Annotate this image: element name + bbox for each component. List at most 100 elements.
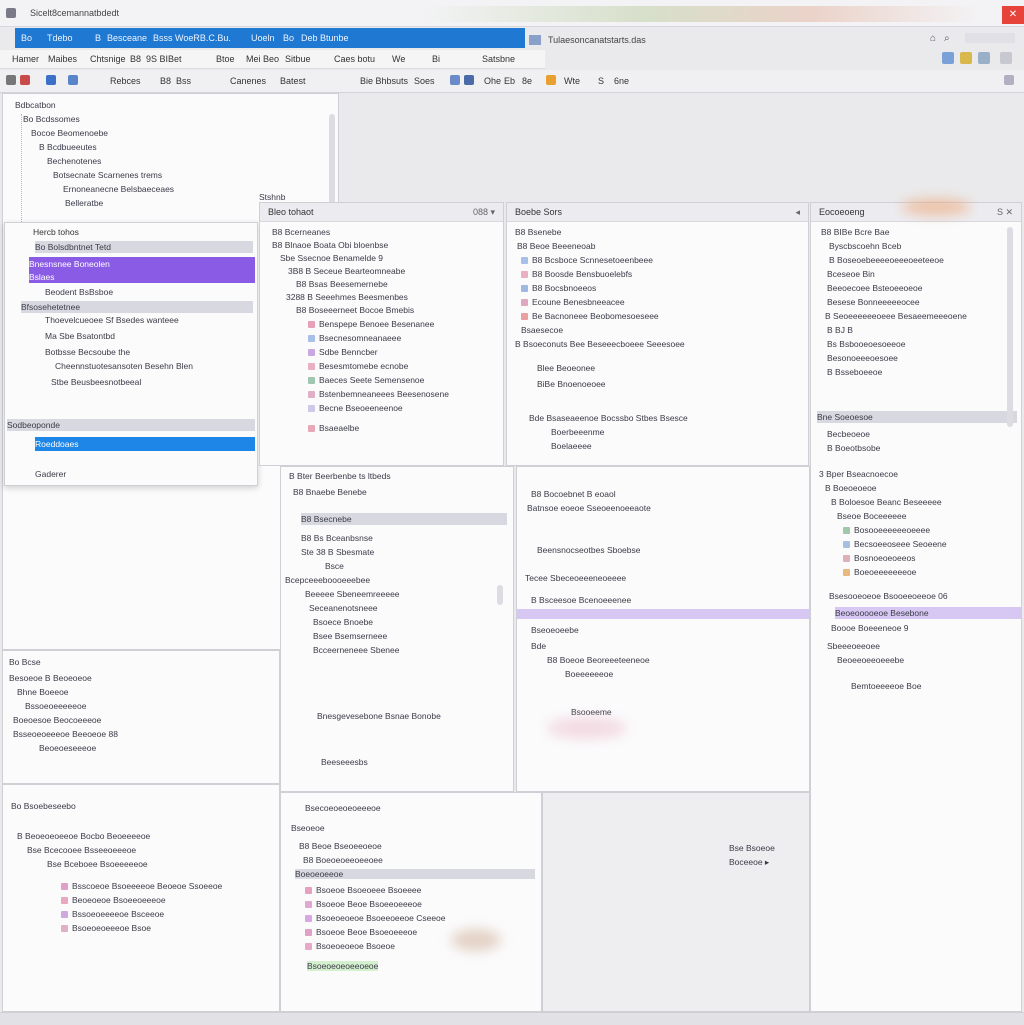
address-text[interactable]: Tulaesoncanatstarts.das bbox=[548, 35, 646, 45]
list-item[interactable]: Besesmtomebe ecnobe bbox=[308, 361, 408, 371]
list-item[interactable]: B8 Boeoe Beoreeeteeneoe bbox=[547, 655, 650, 665]
list-item[interactable]: B8 Bcsboce Scnnesetoeenbeee bbox=[521, 255, 653, 265]
dropdown-item[interactable]: Beodent BsBsboe bbox=[45, 287, 113, 297]
blue-menu-item[interactable]: Bo bbox=[283, 33, 294, 43]
list-item[interactable]: B8 Bocsbnoeeos bbox=[521, 283, 596, 293]
list-item[interactable]: 3 Bper Bseacnoecoe bbox=[819, 469, 898, 479]
list-item[interactable]: B Boseoebeeeeoeeeoeeteeoe bbox=[829, 255, 944, 265]
list-item[interactable]: Bstenbemneaneees Beesenosene bbox=[308, 389, 449, 399]
folder-icon[interactable] bbox=[942, 52, 954, 64]
list-item[interactable]: Beeseeesbs bbox=[321, 757, 368, 767]
tree-item[interactable]: Stshnb bbox=[259, 192, 285, 202]
list-item[interactable]: B8 Bocoebnet B eoaol bbox=[531, 489, 616, 499]
list-item[interactable]: Sbe Ssecnoe Benamelde 9 bbox=[280, 253, 383, 263]
list-item[interactable]: Ecoune Benesbneeacee bbox=[521, 297, 625, 307]
tree-item[interactable]: Ernoneanecne Belsbaeceaes bbox=[63, 184, 174, 194]
close-icon[interactable]: ✕ bbox=[1002, 6, 1024, 24]
list-item[interactable]: Bsooeeme bbox=[571, 707, 612, 717]
dropdown-item[interactable]: Botbsse Becsoube the bbox=[45, 347, 130, 357]
list-item[interactable]: Beoeoeoe Bsoeeoeeeoe bbox=[61, 895, 166, 905]
menu-icon[interactable] bbox=[6, 75, 16, 85]
dropdown-item[interactable]: Cheennstuotesansoten Besehn Blen bbox=[55, 361, 193, 371]
toolbar-item[interactable]: Wte bbox=[564, 76, 580, 86]
toolbar-item[interactable]: 8e bbox=[522, 76, 532, 86]
toolbar-item[interactable]: 6ne bbox=[614, 76, 629, 86]
list-item[interactable]: Tecee Sbeceoeeeneoeeee bbox=[525, 573, 626, 583]
scrollbar[interactable] bbox=[497, 585, 503, 605]
blue-menu-item[interactable]: Tdebo bbox=[47, 33, 73, 43]
list-item[interactable]: Bs Bsbooeoesoeeoe bbox=[827, 339, 905, 349]
panel-b-control[interactable]: ◂ bbox=[795, 207, 800, 218]
menu-item[interactable]: We bbox=[392, 54, 405, 64]
list-item-selected[interactable]: Boeoeoeeoe bbox=[295, 869, 535, 879]
list-item[interactable]: Byscbscoehn Bceb bbox=[829, 241, 901, 251]
list-icon[interactable] bbox=[464, 75, 474, 85]
list-item[interactable]: Bsaeaelbe bbox=[308, 423, 359, 433]
list-item[interactable]: Becsoeeoseee Seoeene bbox=[843, 539, 947, 549]
tree-item[interactable]: Botsecnate Scarnenes trems bbox=[53, 170, 162, 180]
dropdown-item-selected[interactable]: Roeddoaes bbox=[35, 437, 255, 451]
warning-icon[interactable] bbox=[546, 75, 556, 85]
tree-item[interactable]: Belleratbe bbox=[65, 198, 103, 208]
blue-menu-item[interactable]: Bsss WoeRB.C.Bu. bbox=[153, 33, 231, 43]
list-item[interactable]: Bde Bsaseaeenoe Bocssbo Stbes Bsesce bbox=[529, 413, 688, 423]
dropdown-item[interactable]: Sodbeoponde bbox=[7, 419, 255, 431]
menu-item[interactable]: Chtsnige bbox=[90, 54, 126, 64]
list-item[interactable]: B Seoeeeeeeoeee Besaeemeeeoene bbox=[825, 311, 967, 321]
menu-item[interactable]: Caes botu bbox=[334, 54, 375, 64]
search-box[interactable] bbox=[965, 33, 1015, 43]
list-item[interactable]: Bseoeoeebe bbox=[531, 625, 579, 635]
list-item[interactable]: B BJ B bbox=[827, 325, 853, 335]
list-item[interactable]: B8 Boseeerneet Bocoe Bmebis bbox=[296, 305, 414, 315]
menu-item[interactable]: Hamer bbox=[12, 54, 39, 64]
list-item[interactable]: Bcepceeeboooeeebee bbox=[285, 575, 370, 585]
list-item[interactable]: B8 Bs Bceanbsnse bbox=[301, 533, 373, 543]
home-icon[interactable]: ⌂ bbox=[930, 33, 936, 44]
list-item[interactable]: B8 Bcerneanes bbox=[272, 227, 330, 237]
menu-item[interactable]: 9S BIBet bbox=[146, 54, 182, 64]
list-item[interactable]: Bssoeoeeeeeoe bbox=[25, 701, 86, 711]
tree-item[interactable]: Bocoe Beomenoebe bbox=[31, 128, 108, 138]
list-item[interactable]: Bsoeoe Bsoeoeee Bsoeeee bbox=[305, 885, 421, 895]
list-item[interactable]: Boooe Boeeeneoe 9 bbox=[831, 623, 909, 633]
bottom-right-control[interactable]: Boceeoe ▸ bbox=[729, 857, 769, 868]
list-item[interactable]: Bse Bcecooee Bsseeoeeeoe bbox=[27, 845, 136, 855]
list-item[interactable]: Bse Bceboee Bsoeeeeeoe bbox=[47, 859, 148, 869]
toolbar-item[interactable]: Batest bbox=[280, 76, 306, 86]
tree-item[interactable]: Bechenotenes bbox=[47, 156, 101, 166]
list-item[interactable]: B Boloesoe Beanc Beseeeee bbox=[831, 497, 942, 507]
list-item[interactable]: Bceseoe Bin bbox=[827, 269, 875, 279]
list-item[interactable]: Beensnocseotbes Sboebse bbox=[537, 545, 641, 555]
toolbar-item[interactable]: S bbox=[598, 76, 604, 86]
list-item[interactable]: Be Bacnoneee Beobomesoeseee bbox=[521, 311, 659, 321]
new-icon[interactable] bbox=[46, 75, 56, 85]
menu-item[interactable]: Btoe bbox=[216, 54, 235, 64]
tree-item[interactable]: B Bcdbueeutes bbox=[39, 142, 97, 152]
list-item[interactable]: Bsoeoe Beoe Bsoeeoeeeoe bbox=[305, 899, 422, 909]
list-item[interactable]: B8 Beoe Beeeneoab bbox=[517, 241, 595, 251]
list-item[interactable]: Bsoeoeoeoe Bsoeoe bbox=[305, 941, 395, 951]
list-item[interactable]: B8 Bsas Beesemernebe bbox=[296, 279, 388, 289]
dropdown-item-selected[interactable]: Bslaes bbox=[29, 271, 255, 283]
settings-icon[interactable] bbox=[978, 52, 990, 64]
list-item[interactable]: Bseoe Boceeeeee bbox=[837, 511, 906, 521]
blue-menu-item[interactable]: Bo bbox=[21, 33, 32, 43]
list-item[interactable]: B Bsceesoe Bcenoeeenee bbox=[531, 595, 631, 605]
list-item[interactable]: Batnsoe eoeoe Sseoeenoeeaote bbox=[527, 503, 651, 513]
menu-item[interactable]: Satsbne bbox=[482, 54, 515, 64]
blue-menu-item[interactable]: Uoeln bbox=[251, 33, 275, 43]
list-item-selected[interactable]: Beoeooooeoe Besebone bbox=[835, 607, 1021, 619]
list-item[interactable]: Besonoeeeoesoee bbox=[827, 353, 898, 363]
list-item[interactable]: Bhne Boeeoe bbox=[17, 687, 69, 697]
list-item[interactable]: 3288 B Seeehmes Beesmenbes bbox=[286, 292, 408, 302]
list-item-selected[interactable]: B8 Bsecnebe bbox=[301, 513, 507, 525]
dropdown-item-selected[interactable]: Bnesnsnee Boneolen bbox=[29, 257, 255, 271]
list-item[interactable]: Seceanenotsneee bbox=[309, 603, 378, 613]
toolbar-item[interactable]: Soes bbox=[414, 76, 435, 86]
toolbar-item[interactable]: Ohe bbox=[484, 76, 501, 86]
list-item[interactable]: Beoeeoeeoeeebe bbox=[837, 655, 904, 665]
open-icon[interactable] bbox=[68, 75, 78, 85]
menu-item[interactable]: Sitbue bbox=[285, 54, 311, 64]
list-item[interactable]: Beeoecoee Bsteoeeoeoe bbox=[827, 283, 922, 293]
list-item[interactable]: Bsoece Bnoebe bbox=[313, 617, 373, 627]
